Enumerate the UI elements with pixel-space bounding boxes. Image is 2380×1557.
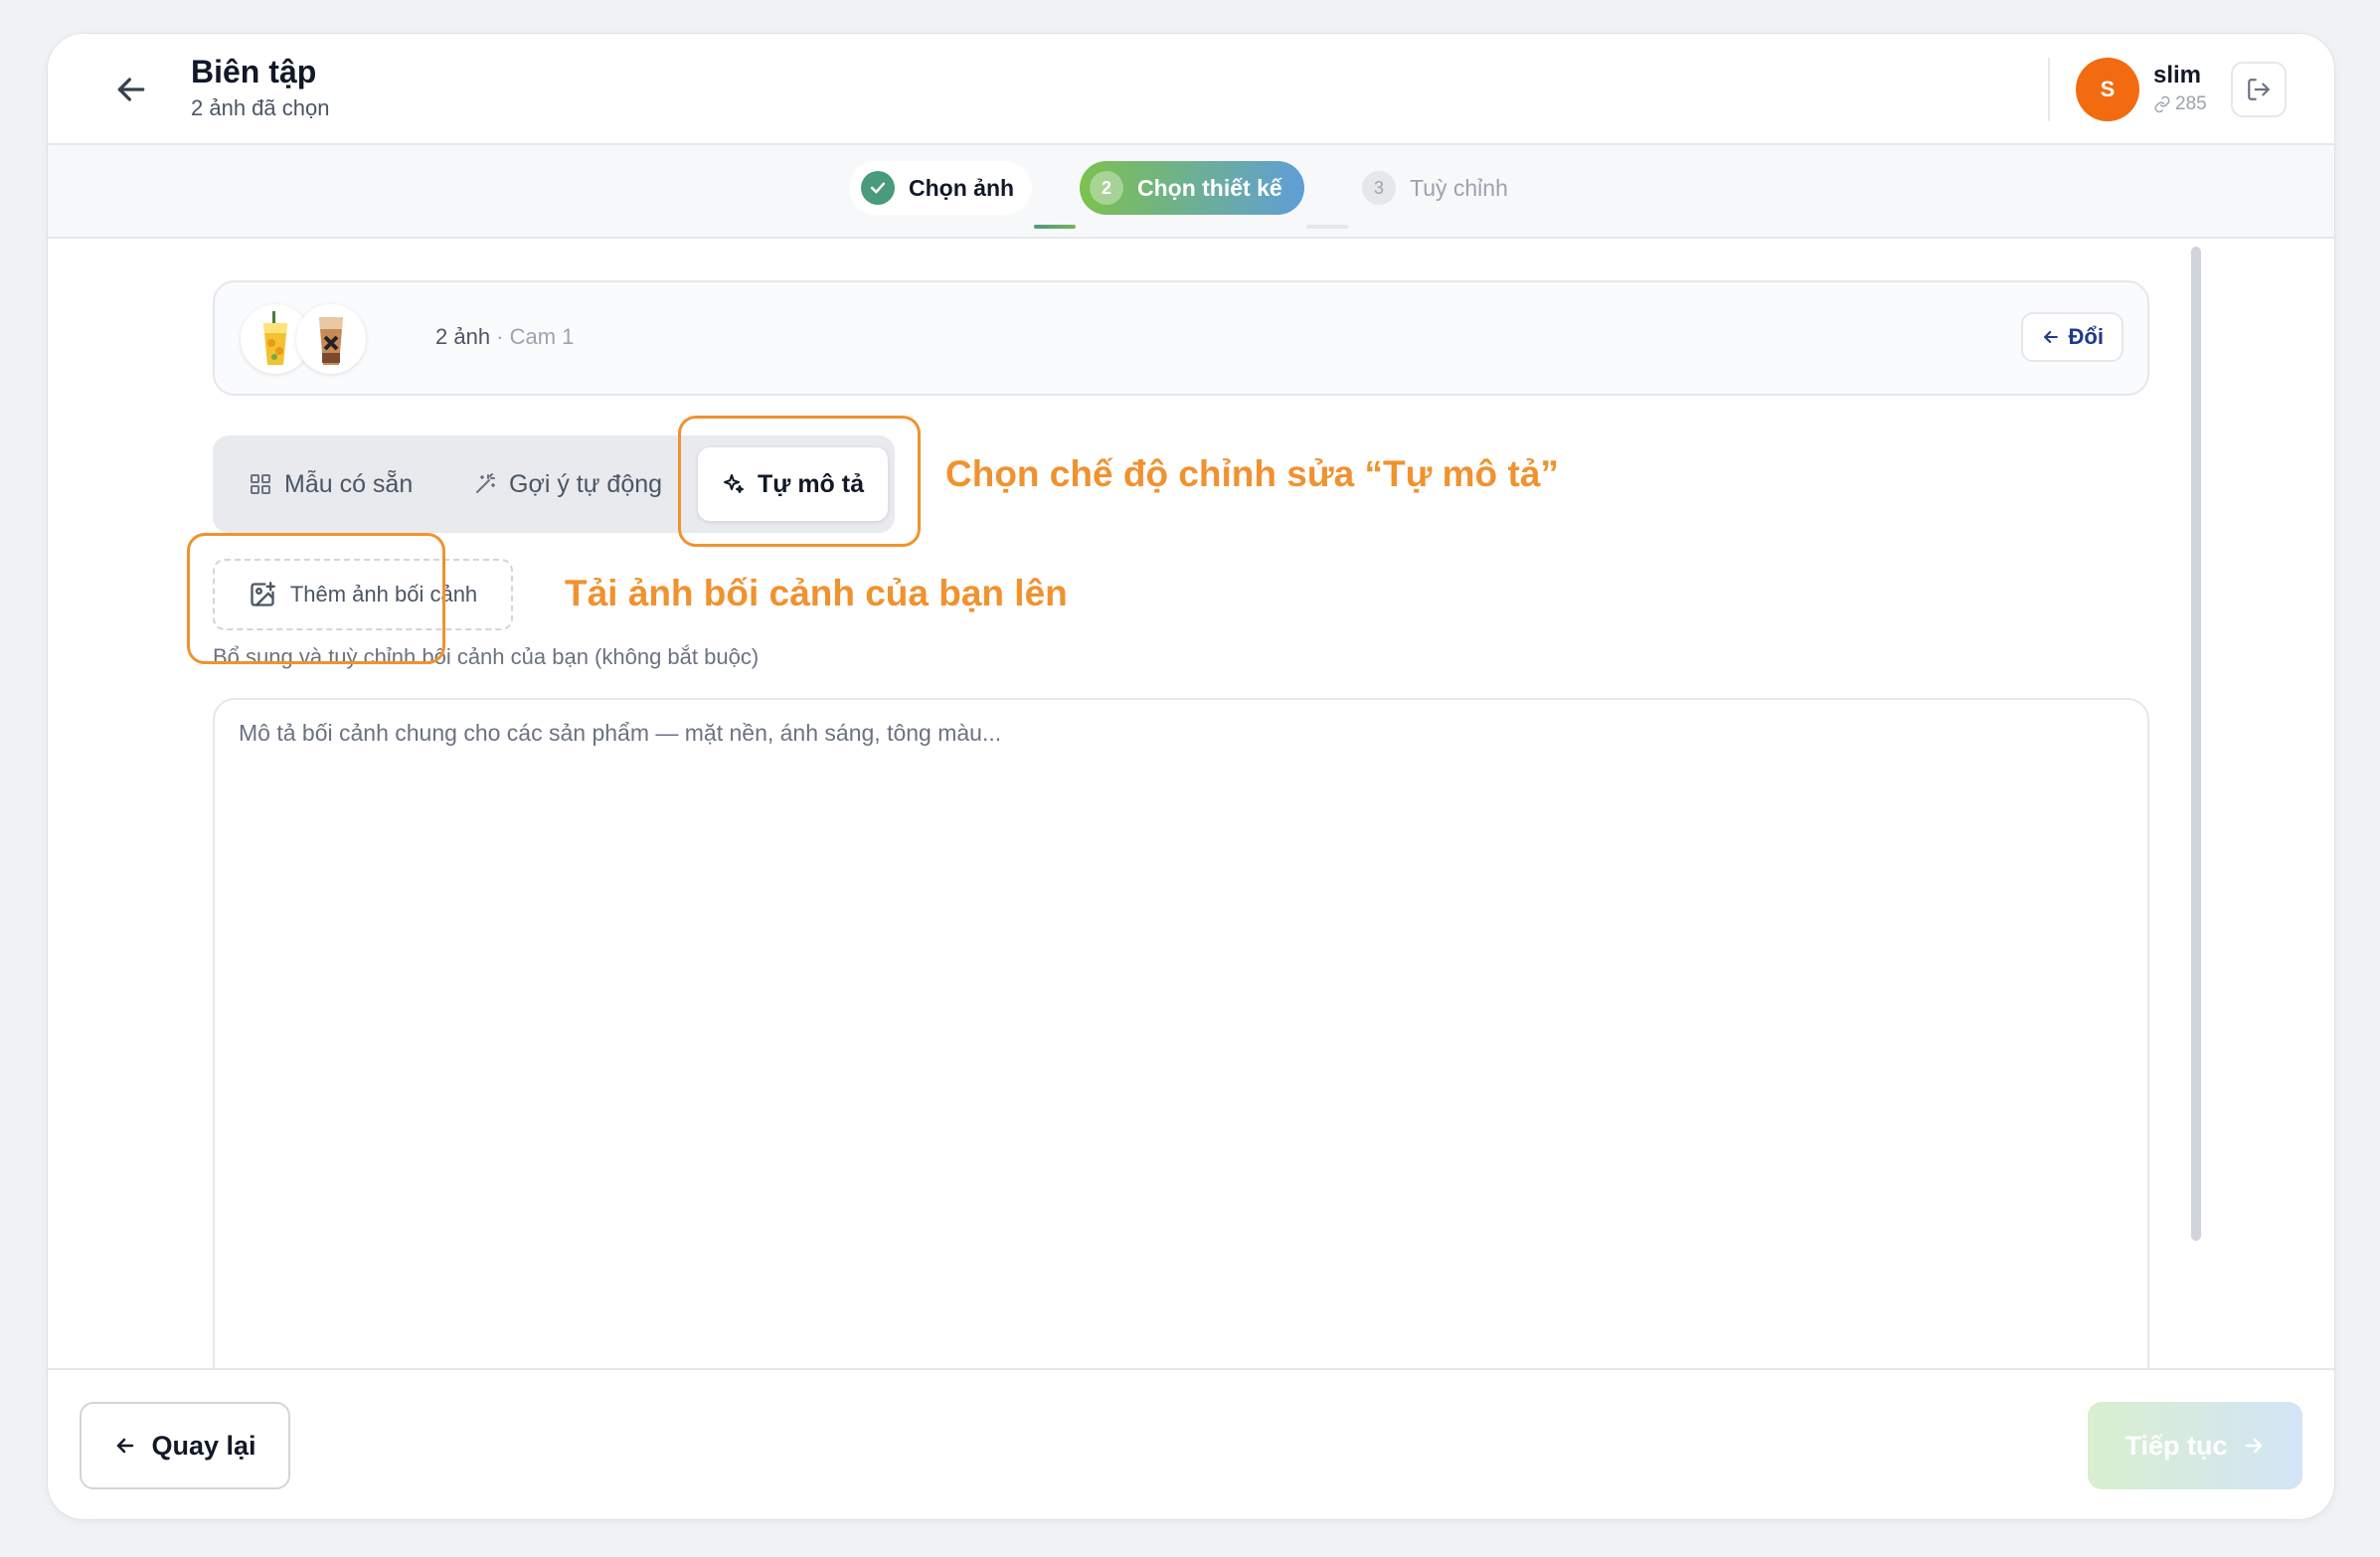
- scrollbar[interactable]: [2191, 247, 2201, 1241]
- tab-auto-suggest[interactable]: Gợi ý tự động: [473, 447, 662, 521]
- tab-templates[interactable]: Mẫu có sẵn: [249, 447, 413, 521]
- continue-button[interactable]: Tiếp tục: [2088, 1402, 2302, 1489]
- selected-images-bar: 2 ảnh · Cam 1 Đổi: [213, 280, 2149, 396]
- step-label: Chọn ảnh: [909, 174, 1015, 201]
- scrollbar-thumb[interactable]: [2191, 247, 2201, 1241]
- step-customize[interactable]: 3 Tuỳ chỉnh: [1362, 161, 1508, 215]
- footer: Quay lại Tiếp tục: [48, 1368, 2334, 1519]
- image-source: Cam 1: [509, 324, 575, 349]
- highlight-mode-tab: [678, 416, 921, 547]
- change-images-button[interactable]: Đổi: [2020, 312, 2124, 362]
- page-title: Biên tập: [191, 54, 317, 89]
- arrow-right-icon: [2245, 1438, 2262, 1454]
- back-arrow-button[interactable]: [111, 70, 151, 109]
- step-label: Chọn thiết kế: [1137, 174, 1282, 201]
- change-label: Đổi: [2068, 324, 2104, 349]
- header-divider: [2048, 58, 2050, 121]
- highlight-add-context: [187, 533, 445, 664]
- tab-label: Gợi ý tự động: [509, 469, 663, 498]
- step-connector: [1034, 225, 1076, 229]
- avatar[interactable]: S: [2076, 58, 2139, 121]
- page-subtitle: 2 ảnh đã chọn: [191, 95, 330, 120]
- images-count: 2 ảnh · Cam 1: [435, 324, 574, 350]
- arrow-left-icon: [2043, 330, 2058, 344]
- grid-icon: [251, 474, 270, 494]
- magic-wand-icon: [476, 473, 495, 493]
- annotation-upload: Tải ảnh bối cảnh của bạn lên: [565, 573, 1068, 613]
- step-number: 2: [1090, 171, 1123, 205]
- credits-value: 285: [2175, 93, 2207, 114]
- step-number: 3: [1362, 171, 1396, 205]
- arrow-left-icon: [117, 1438, 134, 1454]
- step-connector: [1306, 225, 1348, 229]
- logout-icon: [2248, 79, 2270, 100]
- editor-card: Biên tập 2 ảnh đã chọn S slim 285 Chọn ả…: [48, 34, 2334, 1519]
- image-count-text: 2 ảnh: [435, 324, 491, 349]
- separator: ·: [490, 324, 510, 349]
- header: Biên tập 2 ảnh đã chọn S slim 285: [48, 34, 2334, 145]
- image-thumbnail: [296, 304, 366, 374]
- step-choose-design[interactable]: 2 Chọn thiết kế: [1080, 161, 1304, 215]
- step-label: Tuỳ chỉnh: [1410, 174, 1508, 201]
- continue-label: Tiếp tục: [2125, 1430, 2228, 1461]
- user-name: slim: [2153, 62, 2202, 88]
- back-label: Quay lại: [151, 1430, 256, 1461]
- stepper: Chọn ảnh 2 Chọn thiết kế 3 Tuỳ chỉnh: [48, 145, 2334, 239]
- context-description-input[interactable]: [213, 698, 2149, 1414]
- step-choose-images[interactable]: Chọn ảnh: [849, 161, 1033, 215]
- tab-label: Mẫu có sẵn: [284, 469, 414, 498]
- check-icon: [861, 171, 895, 205]
- annotation-mode: Chọn chế độ chỉnh sửa “Tự mô tả”: [945, 453, 1559, 494]
- arrow-left-icon: [117, 78, 145, 101]
- back-button[interactable]: Quay lại: [80, 1402, 290, 1489]
- logout-button[interactable]: [2231, 62, 2287, 117]
- user-credits: 285: [2153, 93, 2207, 115]
- link-icon: [2154, 95, 2170, 113]
- drink-cup-icon: [299, 307, 363, 371]
